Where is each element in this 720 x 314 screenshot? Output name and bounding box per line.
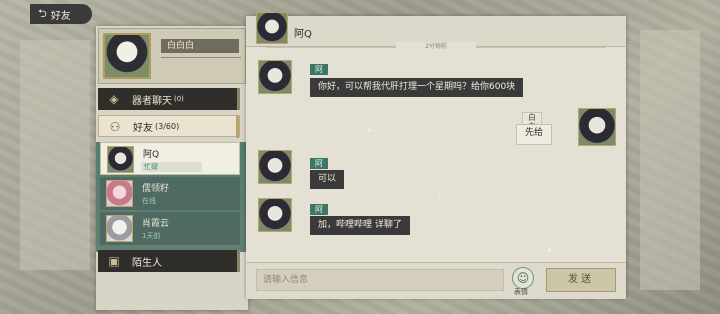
- chat-panel: 阿Q 2分钟前 阿Q 你好，可以帮我代肝打理一个星期吗？给你600块 白白白 先…: [246, 12, 626, 299]
- avatar: [258, 150, 292, 184]
- category-strangers[interactable]: ▣ 陌生人: [98, 250, 240, 272]
- sender-tag: 阿Q: [310, 158, 328, 179]
- friend-item-3[interactable]: 肖霞云 1天前: [100, 212, 240, 245]
- input-bar: ☺ 表情 发送: [246, 262, 626, 299]
- avatar: [106, 215, 133, 242]
- friend-list-panel: 白白白 ◈ 器者聊天 (0) ⚇ 好友 (3/60) 阿Q 忙碌 儒领籽 在线 …: [96, 26, 248, 310]
- category-friends[interactable]: ⚇ 好友 (3/60): [98, 115, 240, 138]
- profile-card: 白白白: [98, 28, 246, 84]
- friend-item-aq[interactable]: 阿Q 忙碌: [100, 142, 240, 175]
- avatar: [578, 108, 616, 146]
- category-edge: [237, 88, 240, 110]
- contact-name: 阿Q: [294, 29, 312, 40]
- avatar: [258, 60, 292, 94]
- divider: [161, 57, 241, 58]
- avatar: [258, 198, 292, 232]
- friend-name: 儒领籽: [142, 184, 170, 194]
- sender-tag: 阿Q: [310, 204, 328, 225]
- emoji-button[interactable]: ☺: [512, 267, 534, 289]
- avatar: [256, 12, 288, 44]
- message-bubble: 加，哔哩哔哩 详聊了: [310, 216, 410, 235]
- category-chat[interactable]: ◈ 器者聊天 (0): [98, 88, 240, 110]
- paper-decoration: [20, 40, 90, 270]
- message-input[interactable]: [256, 269, 504, 291]
- send-button[interactable]: 发送: [546, 268, 616, 292]
- friends-icon: ⚇: [109, 120, 121, 134]
- category-label: 好友: [133, 122, 153, 134]
- back-button[interactable]: ⮌ 好友: [30, 4, 92, 24]
- category-label: 器者聊天: [132, 95, 172, 107]
- back-label: 好友: [50, 10, 71, 22]
- sender-tag: 阿Q: [310, 64, 328, 85]
- avatar: [106, 180, 133, 207]
- category-edge: [237, 250, 240, 272]
- friend-name: 阿Q: [143, 150, 160, 160]
- message-bubble: 你好，可以帮我代肝打理一个星期吗？给你600块: [310, 78, 524, 97]
- sparkle-decoration: ✧: [436, 191, 443, 200]
- sparkle-decoration: ✦: [366, 126, 373, 135]
- avatar: [103, 33, 151, 79]
- sparkle-decoration: ✦: [546, 246, 553, 255]
- friend-item-2[interactable]: 儒领籽 在线: [100, 177, 240, 210]
- stranger-icon: ▣: [108, 254, 120, 268]
- time-divider: 2分钟前: [396, 42, 476, 52]
- smile-icon: ☺: [516, 271, 530, 285]
- friend-status: 在线: [142, 197, 156, 205]
- return-arrow-icon: ⮌: [38, 6, 47, 20]
- friend-name: 肖霞云: [142, 219, 170, 229]
- category-count: (3/60): [155, 121, 180, 131]
- friend-status: 1天前: [142, 232, 161, 240]
- message-bubble: 先给: [516, 124, 553, 145]
- category-label: 陌生人: [132, 257, 162, 269]
- category-count: (0): [174, 95, 184, 103]
- category-edge: [236, 116, 239, 138]
- friend-status: 忙碌: [141, 162, 202, 172]
- cube-icon: ◈: [109, 92, 119, 106]
- paper-decoration: [640, 30, 700, 290]
- avatar: [107, 146, 134, 173]
- message-bubble: 可以: [310, 170, 345, 189]
- emoji-label: 表情: [514, 288, 528, 296]
- profile-name: 白白白: [161, 39, 239, 53]
